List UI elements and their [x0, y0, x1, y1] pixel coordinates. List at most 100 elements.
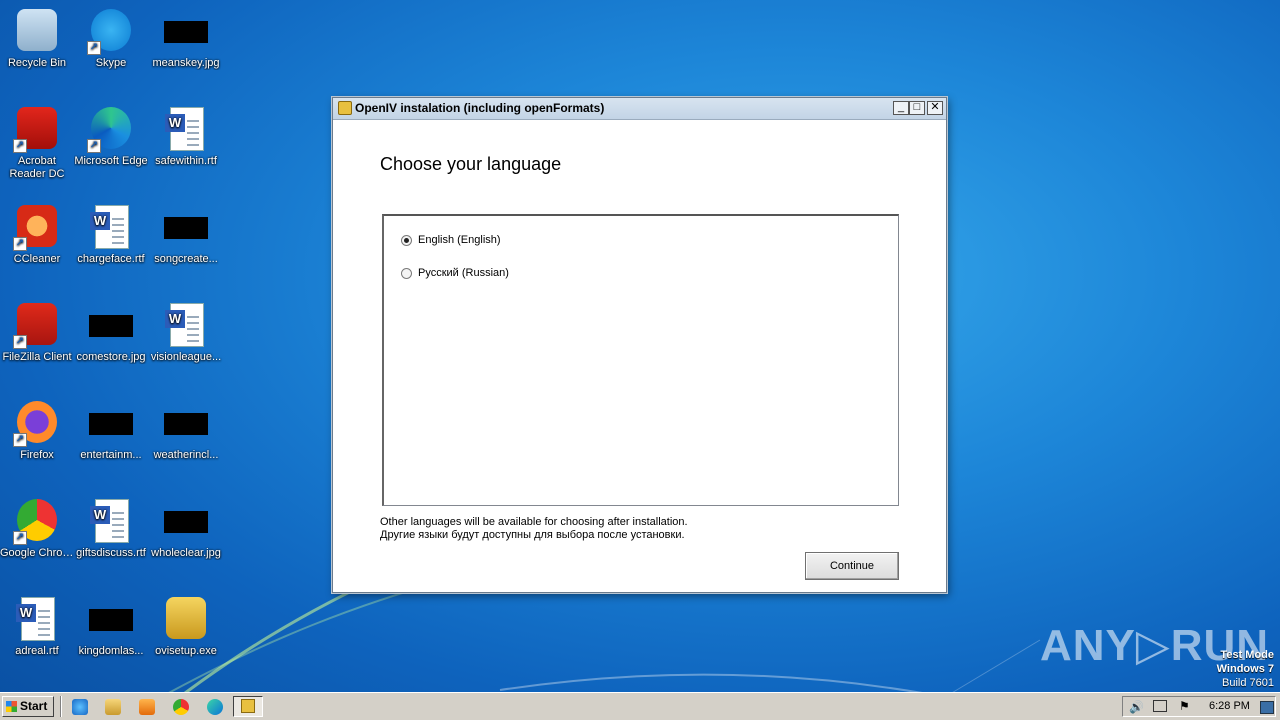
desktop-icon[interactable]: ↗ Microsoft Edge	[74, 105, 148, 168]
desktop-icon[interactable]: ↗ Firefox	[0, 399, 74, 462]
image-file-icon	[87, 399, 135, 447]
recycle-bin-icon	[13, 7, 61, 55]
word-doc-icon: W	[162, 301, 210, 349]
firefox-icon: ↗	[13, 399, 61, 447]
edge-icon[interactable]	[207, 699, 223, 715]
installer-task-button[interactable]	[233, 696, 263, 717]
ie-icon[interactable]	[72, 699, 88, 715]
image-file-icon	[162, 203, 210, 251]
start-label: Start	[20, 699, 48, 713]
desktop-icon[interactable]: wholeclear.jpg	[149, 497, 223, 560]
desktop-icon[interactable]: Wchargeface.rtf	[74, 203, 148, 266]
desktop-icon[interactable]: meanskey.jpg	[149, 7, 223, 70]
filezilla-icon: ↗	[13, 301, 61, 349]
installer-task-icon	[241, 699, 255, 713]
test-mode-line: Test Mode	[1220, 649, 1274, 661]
action-center-flag-icon[interactable]: ⚑	[1179, 699, 1190, 713]
shortcut-arrow-icon: ↗	[13, 335, 27, 349]
system-tray: 🔊 ⚑ 6:28 PM	[1122, 696, 1276, 717]
desktop-icon-label: adreal.rtf	[15, 645, 59, 657]
chrome-icon: ↗	[13, 497, 61, 545]
test-mode-text: Test Mode Windows 7 Build 7601	[1217, 648, 1274, 690]
desktop-icon-label: FileZilla Client	[2, 351, 72, 363]
chrome-icon[interactable]	[173, 699, 189, 715]
close-button[interactable]: ✕	[927, 101, 943, 115]
explorer-icon[interactable]	[105, 699, 121, 715]
desktop-icon-label: Google Chrome	[0, 547, 74, 559]
shortcut-arrow-icon: ↗	[13, 139, 27, 153]
taskbar-separator	[60, 696, 62, 717]
shortcut-arrow-icon: ↗	[13, 237, 27, 251]
desktop-icon-label: safewithin.rtf	[155, 155, 217, 167]
window-title: OpenIV instalation (including openFormat…	[355, 101, 605, 115]
shortcut-arrow-icon: ↗	[87, 139, 101, 153]
desktop-icon[interactable]: Wadreal.rtf	[0, 595, 74, 658]
desktop-icon[interactable]: Wgiftsdiscuss.rtf	[74, 497, 148, 560]
network-icon[interactable]	[1153, 700, 1167, 712]
image-file-icon	[87, 301, 135, 349]
os-line: Windows 7	[1216, 663, 1274, 675]
desktop-icon-label: wholeclear.jpg	[151, 547, 221, 559]
image-file-icon	[162, 7, 210, 55]
shortcut-arrow-icon: ↗	[13, 531, 27, 545]
note-english: Other languages will be available for ch…	[380, 516, 688, 528]
radio-button-selected[interactable]	[401, 234, 412, 246]
desktop-icon[interactable]: songcreate...	[149, 203, 223, 266]
desktop-icon[interactable]: kingdomlas...	[74, 595, 148, 658]
shortcut-arrow-icon: ↗	[13, 433, 27, 447]
clock[interactable]: 6:28 PM	[1209, 700, 1250, 712]
language-option-russian[interactable]: Русский (Russian)	[401, 267, 509, 279]
shortcut-arrow-icon: ↗	[87, 41, 101, 55]
desktop-icon-label: entertainm...	[80, 449, 142, 461]
desktop-icon-label: weatherincl...	[153, 449, 219, 461]
desktop-icon-label: visionleague...	[150, 351, 222, 363]
desktop-icon[interactable]: ↗ Google Chrome	[0, 497, 74, 560]
title-bar[interactable]: OpenIV instalation (including openFormat…	[333, 98, 946, 120]
desktop-icon-label: CCleaner	[13, 253, 61, 265]
word-doc-icon: W	[87, 497, 135, 545]
desktop-icon-label: meanskey.jpg	[152, 57, 220, 69]
desktop-icon-label: Skype	[95, 57, 127, 69]
desktop-icon[interactable]: ↗ Skype	[74, 7, 148, 70]
installer-icon	[162, 595, 210, 643]
desktop-icon[interactable]: Wsafewithin.rtf	[149, 105, 223, 168]
maximize-button[interactable]: □	[909, 101, 925, 115]
desktop-icon[interactable]: ↗ Acrobat Reader DC	[0, 105, 74, 181]
desktop-icon[interactable]: Wvisionleague...	[149, 301, 223, 364]
image-file-icon	[162, 399, 210, 447]
minimize-button[interactable]: _	[893, 101, 909, 115]
desktop-icon[interactable]: comestore.jpg	[74, 301, 148, 364]
desktop-icon-label: Firefox	[20, 449, 54, 461]
acrobat-icon: ↗	[13, 105, 61, 153]
app-icon	[338, 101, 352, 115]
radio-button[interactable]	[401, 267, 412, 279]
windows-flag-icon	[6, 701, 17, 712]
show-desktop-icon[interactable]	[1260, 701, 1274, 714]
desktop-icon-label: comestore.jpg	[76, 351, 146, 363]
ccleaner-icon: ↗	[13, 203, 61, 251]
language-option-english[interactable]: English (English)	[401, 234, 501, 246]
image-file-icon	[162, 497, 210, 545]
desktop-icon[interactable]: ↗ FileZilla Client	[0, 301, 74, 364]
desktop-icon[interactable]: weatherincl...	[149, 399, 223, 462]
build-line: Build 7601	[1222, 677, 1274, 689]
start-button[interactable]: Start	[2, 696, 54, 717]
language-list: English (English) Русский (Russian)	[382, 214, 899, 506]
desktop-icon-label: Recycle Bin	[7, 57, 67, 69]
desktop-icon-label: songcreate...	[154, 253, 218, 265]
media-player-icon[interactable]	[139, 699, 155, 715]
desktop-icon-label: Microsoft Edge	[74, 155, 148, 167]
word-doc-icon: W	[162, 105, 210, 153]
skype-icon: ↗	[87, 7, 135, 55]
desktop-icon[interactable]: entertainm...	[74, 399, 148, 462]
image-file-icon	[87, 595, 135, 643]
desktop-icon[interactable]: ovisetup.exe	[149, 595, 223, 658]
volume-icon[interactable]: 🔊	[1129, 700, 1144, 714]
desktop-icon[interactable]: ↗ CCleaner	[0, 203, 74, 266]
desktop-icon[interactable]: Recycle Bin	[0, 7, 74, 70]
continue-button[interactable]: Continue	[805, 552, 899, 580]
note-russian: Другие языки будут доступны для выбора п…	[380, 529, 685, 541]
page-heading: Choose your language	[380, 154, 562, 174]
desktop-icon-label: chargeface.rtf	[77, 253, 145, 265]
taskbar: Start 🔊 ⚑ 6:28 PM	[0, 692, 1280, 720]
